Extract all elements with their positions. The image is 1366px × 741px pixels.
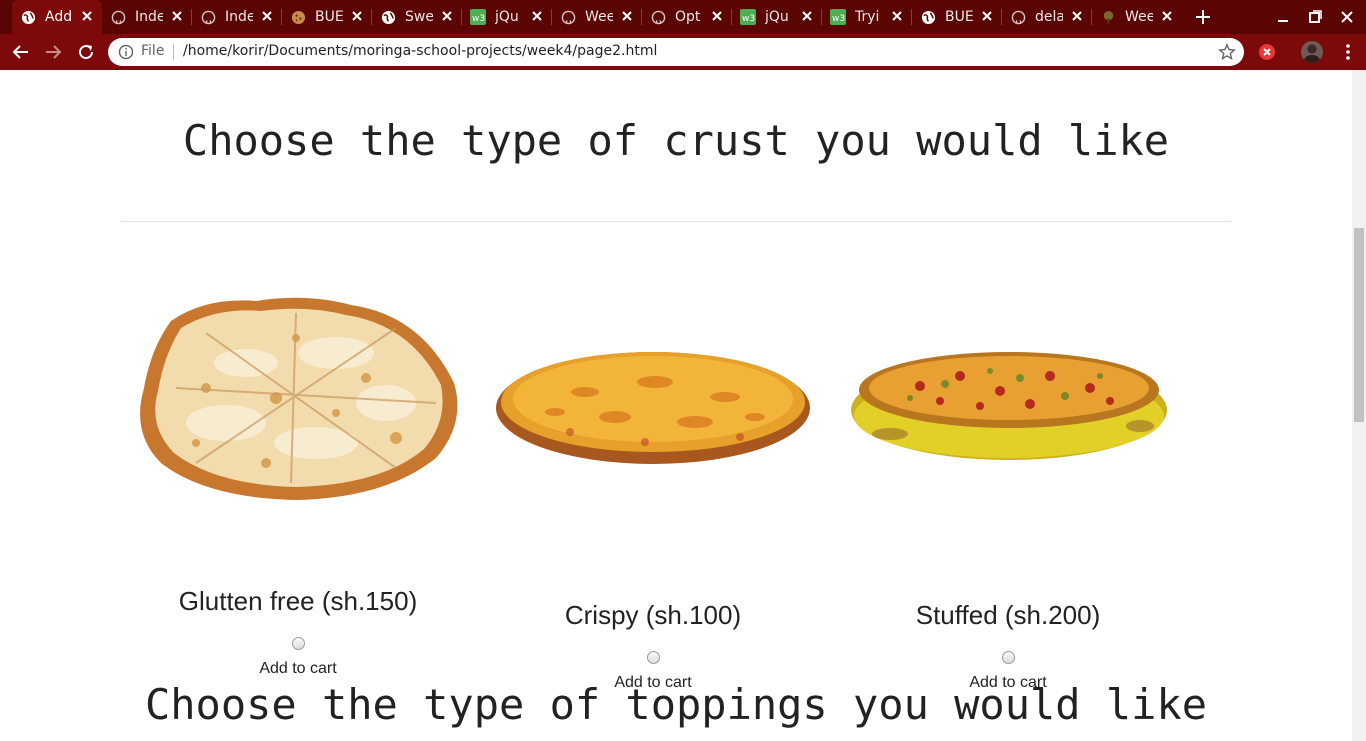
- crust-label: Glutten free (sh.150): [178, 586, 418, 616]
- github-icon: [650, 9, 666, 25]
- maximize-icon[interactable]: [1306, 8, 1324, 26]
- tab-week-2[interactable]: Wee: [1092, 0, 1182, 34]
- profile-avatar[interactable]: [1301, 41, 1323, 63]
- crust-card-stuffed: Stuffed (sh.200) Add to cart: [830, 290, 1186, 691]
- github-icon: [200, 9, 216, 25]
- close-icon[interactable]: [980, 9, 994, 23]
- close-icon[interactable]: [1160, 9, 1174, 23]
- close-icon[interactable]: [710, 9, 724, 23]
- tab-swe[interactable]: Swe: [372, 0, 462, 34]
- close-icon[interactable]: [800, 9, 814, 23]
- tab-add[interactable]: Add: [12, 0, 102, 34]
- address-url[interactable]: /home/korir/Documents/moringa-school-pro…: [183, 43, 657, 59]
- close-window-icon[interactable]: [1338, 8, 1356, 26]
- crust-radio-crispy[interactable]: [647, 651, 660, 664]
- tab-title: BUE: [315, 9, 343, 25]
- close-icon[interactable]: [260, 9, 274, 23]
- svg-text:w3: w3: [472, 14, 485, 24]
- tab-dela[interactable]: dela: [1002, 0, 1092, 34]
- new-tab-icon[interactable]: [1194, 8, 1212, 26]
- pizza-stuffed-image: [851, 352, 1167, 460]
- page-viewport: Choose the type of crust you would like …: [0, 70, 1352, 741]
- svg-text:w3: w3: [832, 14, 845, 24]
- close-icon[interactable]: [1070, 9, 1084, 23]
- tab-jquery-2[interactable]: w3 jQu: [732, 0, 822, 34]
- address-divider: [173, 44, 174, 60]
- cookie-icon: [290, 9, 306, 25]
- github-icon: [560, 9, 576, 25]
- w3schools-icon: w3: [830, 9, 846, 25]
- back-button[interactable]: [10, 41, 32, 63]
- extension-block-icon[interactable]: [1258, 43, 1276, 61]
- close-icon[interactable]: [350, 9, 364, 23]
- tab-index-1[interactable]: Inde: [102, 0, 192, 34]
- close-icon[interactable]: [890, 9, 904, 23]
- tab-strip: Add Inde Inde BUE Swe w3 jQu Wee Opt w3 …: [0, 0, 1366, 34]
- tab-title: Swe: [405, 9, 433, 25]
- tab-title: Add: [45, 9, 73, 25]
- tab-tryit[interactable]: w3 Tryi: [822, 0, 912, 34]
- crust-card-crispy: Crispy (sh.100) Add to cart: [475, 290, 831, 691]
- globe-icon: [380, 9, 396, 25]
- info-icon[interactable]: [118, 44, 134, 60]
- close-icon[interactable]: [620, 9, 634, 23]
- tab-title: Inde: [135, 9, 163, 25]
- tab-title: Wee: [1125, 9, 1153, 25]
- arrow-right-icon: [46, 45, 62, 59]
- tab-title: dela: [1035, 9, 1063, 25]
- toppings-heading: Choose the type of toppings you would li…: [144, 680, 1208, 729]
- tab-title: Opt: [675, 9, 701, 25]
- tab-opt[interactable]: Opt: [642, 0, 732, 34]
- tab-jquery-1[interactable]: w3 jQu: [462, 0, 552, 34]
- close-icon[interactable]: [530, 9, 544, 23]
- close-icon[interactable]: [170, 9, 184, 23]
- reload-button[interactable]: [75, 41, 97, 63]
- tab-bue-2[interactable]: BUE: [912, 0, 1002, 34]
- bookmark-star-icon[interactable]: [1218, 43, 1236, 61]
- crust-radio-stuffed[interactable]: [1002, 651, 1015, 664]
- w3schools-icon: w3: [740, 9, 756, 25]
- reload-icon: [79, 45, 94, 60]
- scheme-label: File: [141, 43, 165, 59]
- svg-text:w3: w3: [742, 14, 755, 24]
- crust-heading: Choose the type of crust you would like: [182, 116, 1170, 165]
- close-icon[interactable]: [440, 9, 454, 23]
- tab-week-1[interactable]: Wee: [552, 0, 642, 34]
- more-menu-icon[interactable]: [1338, 42, 1358, 62]
- page-scrollbar[interactable]: [1352, 70, 1366, 741]
- crust-radio-gluten-free[interactable]: [292, 637, 305, 650]
- github-icon: [1010, 9, 1026, 25]
- tab-title: jQu: [495, 9, 519, 25]
- section-divider: [121, 221, 1231, 222]
- tab-index-2[interactable]: Inde: [192, 0, 282, 34]
- crust-label: Crispy (sh.100): [564, 600, 742, 630]
- globe-icon: [20, 9, 36, 25]
- github-icon: [110, 9, 126, 25]
- forward-button[interactable]: [42, 41, 64, 63]
- minimize-icon[interactable]: [1274, 8, 1292, 26]
- tree-icon: [1100, 9, 1116, 25]
- crust-card-gluten-free: Glutten free (sh.150) Add to cart: [120, 290, 476, 677]
- tab-title: BUE: [945, 9, 973, 25]
- tab-title: jQu: [765, 9, 789, 25]
- scrollbar-thumb[interactable]: [1354, 228, 1364, 422]
- close-icon[interactable]: [80, 9, 94, 23]
- browser-toolbar: File /home/korir/Documents/moringa-schoo…: [0, 34, 1366, 70]
- address-bar[interactable]: File /home/korir/Documents/moringa-schoo…: [108, 38, 1244, 66]
- w3schools-icon: w3: [470, 9, 486, 25]
- pizza-gluten-free-image: [140, 297, 458, 500]
- crust-label: Stuffed (sh.200): [915, 600, 1101, 630]
- add-to-cart-label[interactable]: Add to cart: [120, 660, 476, 678]
- tab-title: Tryi: [855, 9, 880, 25]
- arrow-left-icon: [12, 45, 28, 59]
- tab-title: Inde: [225, 9, 253, 25]
- tab-title: Wee: [585, 9, 613, 25]
- tab-bue-1[interactable]: BUE: [282, 0, 372, 34]
- globe-icon: [920, 9, 936, 25]
- pizza-crispy-image: [496, 352, 810, 464]
